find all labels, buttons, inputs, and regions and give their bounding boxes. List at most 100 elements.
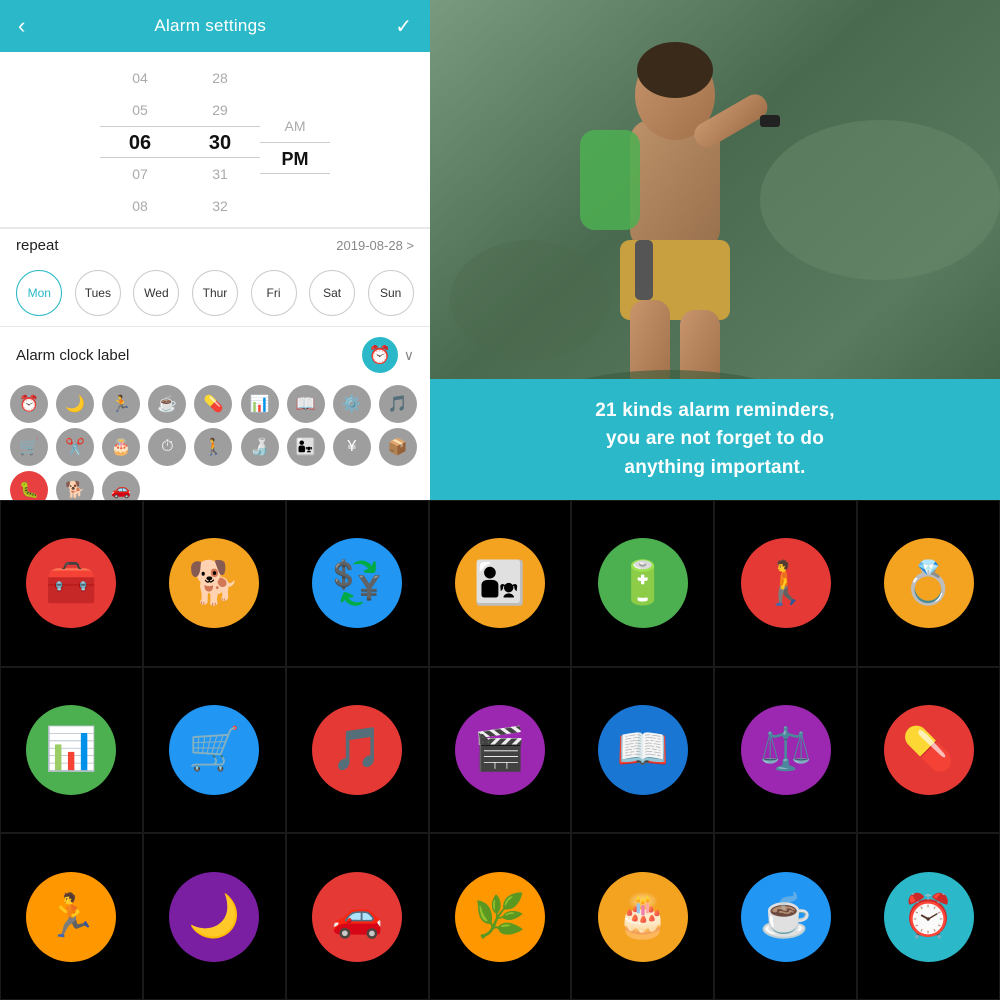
bottom-icon-cell-6[interactable]: 🚶 bbox=[714, 500, 857, 667]
icon-walk[interactable]: 🚶 bbox=[194, 428, 232, 466]
hour-05: 05 bbox=[100, 94, 180, 126]
big-icon-run: 🏃 bbox=[26, 872, 116, 962]
alarm-clock-icon[interactable]: ⏰ bbox=[362, 337, 398, 373]
icon-run[interactable]: 🏃 bbox=[102, 385, 140, 423]
repeat-label: repeat bbox=[16, 237, 59, 254]
bottom-icon-cell-5[interactable]: 🔋 bbox=[571, 500, 714, 667]
big-icon-dog: 🐕 bbox=[169, 538, 259, 628]
big-icon-balance: ⚖️ bbox=[741, 705, 831, 795]
min-27: 27 bbox=[180, 52, 260, 62]
bottom-icon-cell-13[interactable]: ⚖️ bbox=[714, 667, 857, 834]
big-icon-movie: 🎬 bbox=[455, 705, 545, 795]
chevron-down-icon[interactable]: ∨ bbox=[404, 347, 414, 364]
day-tues[interactable]: Tues bbox=[75, 270, 121, 316]
icon-moon[interactable]: 🌙 bbox=[56, 385, 94, 423]
alarm-label-text: Alarm clock label bbox=[16, 347, 129, 364]
big-icon-chart: 📊 bbox=[26, 705, 116, 795]
big-icon-ring: 💍 bbox=[884, 538, 974, 628]
day-mon[interactable]: Mon bbox=[16, 270, 62, 316]
icon-music[interactable]: 🎵 bbox=[379, 385, 417, 423]
icon-grid: ⏰ 🌙 🏃 ☕ 💊 📊 📖 ⚙️ 🎵 🛒 ✂️ 🎂 ⏱ 🚶 🍶 👨‍👧 ¥ 📦 … bbox=[0, 381, 430, 500]
promo-panel: 21 kinds alarm reminders,you are not for… bbox=[430, 0, 1000, 500]
icon-bug[interactable]: 🐛 bbox=[10, 471, 48, 500]
icon-box[interactable]: 📦 bbox=[379, 428, 417, 466]
big-icon-music: 🎵 bbox=[312, 705, 402, 795]
bottom-icon-cell-17[interactable]: 🚗 bbox=[286, 833, 429, 1000]
hour-column[interactable]: 03 04 05 06 07 08 09 bbox=[100, 52, 180, 227]
min-30-selected: 30 bbox=[180, 126, 260, 158]
pm-option-selected[interactable]: PM bbox=[260, 142, 330, 174]
icon-pill[interactable]: 💊 bbox=[194, 385, 232, 423]
icon-book[interactable]: 📖 bbox=[287, 385, 325, 423]
big-icon-family: 👨‍👧 bbox=[455, 538, 545, 628]
minute-column[interactable]: 27 28 29 30 31 32 33 bbox=[180, 52, 260, 227]
bottom-icon-cell-3[interactable]: 💱 bbox=[286, 500, 429, 667]
big-icon-exchange: 💱 bbox=[312, 538, 402, 628]
icon-family[interactable]: 👨‍👧 bbox=[287, 428, 325, 466]
big-icon-firstaid: 🧰 bbox=[26, 538, 116, 628]
ampm-column[interactable]: AM PM bbox=[260, 52, 330, 227]
bottom-icon-cell-10[interactable]: 🎵 bbox=[286, 667, 429, 834]
promo-text: 21 kinds alarm reminders,you are not for… bbox=[454, 397, 976, 483]
icon-bottle[interactable]: 🍶 bbox=[241, 428, 279, 466]
min-32: 32 bbox=[180, 190, 260, 222]
bottom-icon-cell-20[interactable]: ☕ bbox=[714, 833, 857, 1000]
page-title: Alarm settings bbox=[154, 16, 266, 36]
big-icon-cart: 🛒 bbox=[169, 705, 259, 795]
bottom-icon-cell-1[interactable]: 🧰 bbox=[0, 500, 143, 667]
promo-text-overlay: 21 kinds alarm reminders,you are not for… bbox=[430, 379, 1000, 501]
big-icon-sleep: 🌙 bbox=[169, 872, 259, 962]
big-icon-hike: 🚶 bbox=[741, 538, 831, 628]
day-wed[interactable]: Wed bbox=[133, 270, 179, 316]
confirm-button[interactable]: ✓ bbox=[395, 14, 412, 39]
icon-car[interactable]: 🚗 bbox=[102, 471, 140, 500]
bottom-icon-cell-18[interactable]: 🌿 bbox=[429, 833, 572, 1000]
am-option[interactable]: AM bbox=[260, 110, 330, 142]
icon-cake[interactable]: 🎂 bbox=[102, 428, 140, 466]
big-icon-car: 🚗 bbox=[312, 872, 402, 962]
icon-yen[interactable]: ¥ bbox=[333, 428, 371, 466]
icon-gear[interactable]: ⚙️ bbox=[333, 385, 371, 423]
bottom-icon-cell-19[interactable]: 🎂 bbox=[571, 833, 714, 1000]
day-sat[interactable]: Sat bbox=[309, 270, 355, 316]
hour-04: 04 bbox=[100, 62, 180, 94]
big-icon-leaf: 🌿 bbox=[455, 872, 545, 962]
icon-cart[interactable]: 🛒 bbox=[10, 428, 48, 466]
big-icon-coffee: ☕ bbox=[741, 872, 831, 962]
alarm-label-row[interactable]: Alarm clock label ⏰ ∨ bbox=[0, 327, 430, 381]
icon-scissors[interactable]: ✂️ bbox=[56, 428, 94, 466]
time-picker[interactable]: 03 04 05 06 07 08 09 27 28 29 30 31 32 3… bbox=[0, 52, 430, 227]
bottom-icon-cell-7[interactable]: 💍 bbox=[857, 500, 1000, 667]
big-icon-battery: 🔋 bbox=[598, 538, 688, 628]
icon-dog[interactable]: 🐕 bbox=[56, 471, 94, 500]
bottom-icon-cell-8[interactable]: 📊 bbox=[0, 667, 143, 834]
bottom-icon-cell-16[interactable]: 🌙 bbox=[143, 833, 286, 1000]
repeat-date: 2019-08-28 > bbox=[336, 238, 414, 253]
hour-03: 03 bbox=[100, 52, 180, 62]
bottom-icon-cell-21[interactable]: ⏰ bbox=[857, 833, 1000, 1000]
icon-chart[interactable]: 📊 bbox=[241, 385, 279, 423]
bottom-icon-cell-4[interactable]: 👨‍👧 bbox=[429, 500, 572, 667]
big-icon-alarm: ⏰ bbox=[884, 872, 974, 962]
icon-alarm[interactable]: ⏰ bbox=[10, 385, 48, 423]
day-sun[interactable]: Sun bbox=[368, 270, 414, 316]
big-icon-book: 📖 bbox=[598, 705, 688, 795]
bottom-icon-cell-12[interactable]: 📖 bbox=[571, 667, 714, 834]
day-fri[interactable]: Fri bbox=[251, 270, 297, 316]
icon-time[interactable]: ⏱ bbox=[148, 428, 186, 466]
bottom-icon-cell-9[interactable]: 🛒 bbox=[143, 667, 286, 834]
hour-06-selected: 06 bbox=[100, 126, 180, 158]
big-icon-pill: 💊 bbox=[884, 705, 974, 795]
bottom-icon-cell-11[interactable]: 🎬 bbox=[429, 667, 572, 834]
bottom-icon-cell-14[interactable]: 💊 bbox=[857, 667, 1000, 834]
repeat-row[interactable]: repeat 2019-08-28 > bbox=[0, 228, 430, 262]
bottom-icon-cell-15[interactable]: 🏃 bbox=[0, 833, 143, 1000]
day-selector: Mon Tues Wed Thur Fri Sat Sun bbox=[0, 262, 430, 326]
alarm-label-right: ⏰ ∨ bbox=[362, 337, 414, 373]
back-button[interactable]: ‹ bbox=[18, 13, 25, 39]
min-29: 29 bbox=[180, 94, 260, 126]
day-thur[interactable]: Thur bbox=[192, 270, 238, 316]
bottom-icon-cell-2[interactable]: 🐕 bbox=[143, 500, 286, 667]
hour-07: 07 bbox=[100, 158, 180, 190]
icon-coffee[interactable]: ☕ bbox=[148, 385, 186, 423]
